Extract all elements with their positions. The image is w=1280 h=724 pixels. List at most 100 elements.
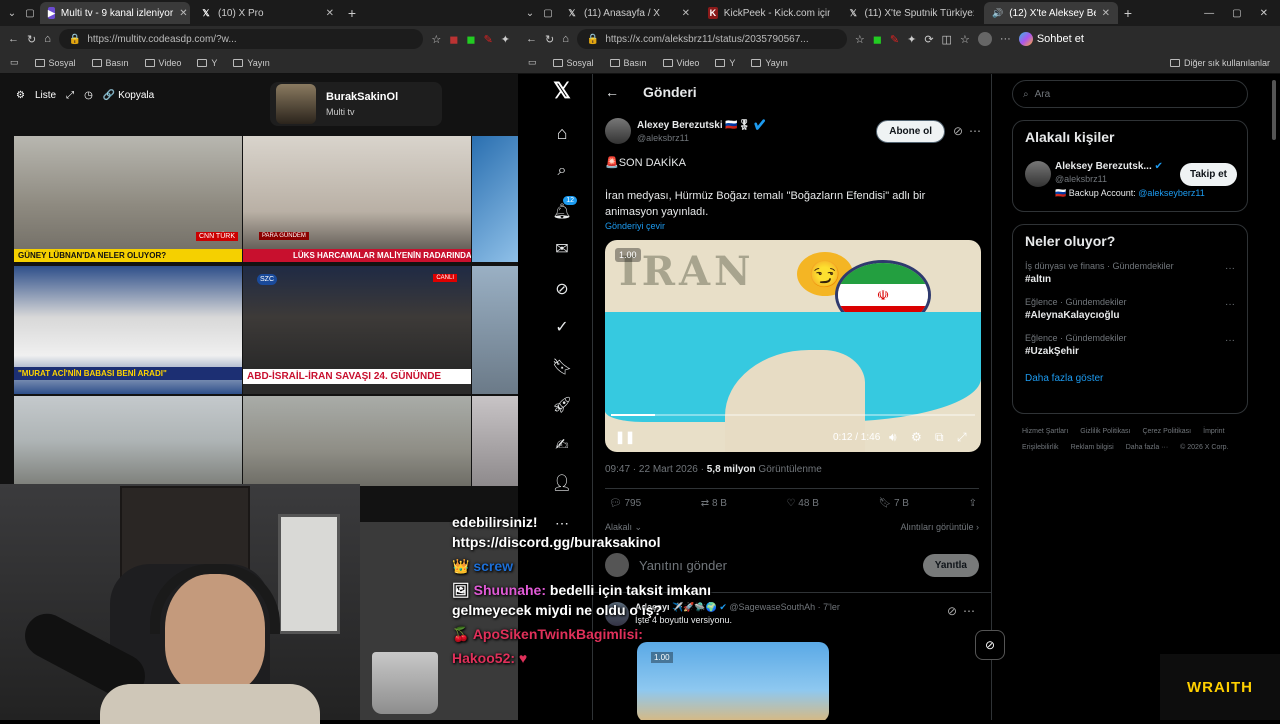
author-name[interactable]: Alexey Berezutski 🇷🇺🎖 bbox=[637, 120, 751, 131]
reload-icon[interactable]: ↻ bbox=[27, 33, 36, 46]
settings-icon[interactable]: ⚙ bbox=[911, 430, 922, 444]
profile-icon[interactable]: 👤︎ bbox=[552, 474, 572, 492]
reply-button[interactable]: Yanıtla bbox=[922, 553, 979, 577]
home-icon[interactable]: ⌂ bbox=[553, 123, 571, 143]
grok-icon[interactable]: ⊘ bbox=[953, 124, 963, 138]
extension-icon[interactable]: ◼ bbox=[466, 33, 475, 46]
back-icon[interactable]: ← bbox=[8, 33, 19, 45]
view-quotes-link[interactable]: Alıntıları görüntüle › bbox=[900, 522, 979, 532]
share-icon[interactable]: ⇪ bbox=[969, 498, 977, 509]
repost-button[interactable]: ⇄ 8 B bbox=[701, 498, 727, 509]
footer-link[interactable]: Reklam bilgisi bbox=[1071, 440, 1114, 456]
footer-link[interactable]: İmprint bbox=[1203, 424, 1224, 440]
more-icon[interactable]: ··· bbox=[1225, 299, 1235, 310]
post-time[interactable]: 09:47 · 22 Mart 2026 · bbox=[605, 464, 707, 475]
scrollbar[interactable] bbox=[1272, 80, 1276, 140]
follow-button[interactable]: Takip et bbox=[1179, 163, 1237, 186]
tab-menu-icon[interactable]: ⌄ bbox=[4, 8, 20, 19]
tab-menu-icon[interactable]: ⌄ bbox=[522, 8, 538, 19]
bookmarks-icon[interactable]: 🔖︎ bbox=[552, 358, 572, 376]
bookmark-folder[interactable]: Yayın bbox=[233, 58, 270, 68]
reply-button[interactable]: 💬︎ 795 bbox=[609, 498, 641, 509]
rocket-icon[interactable]: 🚀︎ bbox=[552, 396, 572, 414]
close-icon[interactable]: ✕ bbox=[326, 8, 334, 19]
settings-icon[interactable]: ⚙ bbox=[16, 90, 25, 101]
pip-icon[interactable]: ⧉ bbox=[935, 430, 944, 445]
other-bookmarks[interactable]: Diğer sık kullanılanlar bbox=[1169, 58, 1270, 68]
favorites-icon[interactable]: ☆ bbox=[960, 33, 970, 46]
bookmark-folder[interactable]: Basın bbox=[609, 58, 647, 68]
trend-item[interactable]: Eğlence · Gündemdekiler #UzakŞehir ··· bbox=[1025, 333, 1235, 357]
video-tile[interactable] bbox=[472, 396, 518, 486]
grok-icon[interactable]: ⊘ bbox=[553, 280, 571, 298]
person-name[interactable]: Aleksey Berezutsk... bbox=[1055, 161, 1152, 172]
grok-icon[interactable]: ⊘ bbox=[947, 604, 957, 618]
url-input[interactable]: 🔒 https://x.com/aleksbrz11/status/2035790… bbox=[576, 29, 847, 49]
reply-handle[interactable]: @SagewaseSouthAh · 7'ler bbox=[729, 602, 839, 612]
new-tab-icon[interactable]: + bbox=[344, 5, 360, 21]
copilot-button[interactable]: Sohbet et bbox=[1018, 32, 1084, 46]
trend-item[interactable]: İş dünyası ve finans · Gündemdekiler #alt… bbox=[1025, 261, 1235, 285]
favorite-icon[interactable]: ☆ bbox=[431, 33, 441, 46]
url-input[interactable]: 🔒 https://multitv.codeasdp.com/?w... bbox=[58, 29, 424, 49]
video-tile[interactable]: PARA GÜNDEM LÜKS HARCAMALAR MALİYENİN RA… bbox=[243, 136, 471, 262]
video-tile[interactable] bbox=[243, 396, 471, 486]
extension-icon[interactable]: ✦ bbox=[501, 33, 510, 46]
compose-icon[interactable]: ✍︎ bbox=[553, 436, 571, 454]
timer-icon[interactable]: ◷ bbox=[84, 90, 93, 101]
footer-link[interactable]: Hizmet Şartları bbox=[1022, 424, 1068, 440]
close-window-icon[interactable]: ✕ bbox=[1260, 8, 1268, 19]
tab-kickpeek[interactable]: K KickPeek - Kick.com için Geç bbox=[700, 2, 838, 24]
more-icon[interactable]: ··· bbox=[1225, 335, 1235, 346]
reload-icon[interactable]: ↻ bbox=[545, 33, 554, 46]
footer-link[interactable]: Gizlilik Politikası bbox=[1080, 424, 1130, 440]
minimize-icon[interactable]: — bbox=[1204, 8, 1214, 19]
avatar[interactable] bbox=[605, 118, 631, 144]
bookmarks-menu-icon[interactable]: ▭ bbox=[528, 57, 537, 68]
trend-item[interactable]: Eğlence · Gündemdekiler #AleynaKalaycıoğl… bbox=[1025, 297, 1235, 321]
favorite-icon[interactable]: ☆ bbox=[855, 33, 865, 46]
notifications-icon[interactable]: 🔔︎ 12 bbox=[552, 196, 577, 220]
bookmark-folder[interactable]: Video bbox=[144, 58, 181, 68]
close-icon[interactable]: ✕ bbox=[179, 8, 187, 19]
video-tile[interactable]: SZC CANLI ABD-İSRAİL-İRAN SAVAŞI 24. GÜN… bbox=[243, 266, 471, 394]
bookmark-button[interactable]: 🔖︎ 7 B bbox=[878, 498, 909, 509]
volume-icon[interactable]: 🔊︎ bbox=[889, 430, 897, 445]
video-tile[interactable] bbox=[14, 396, 242, 486]
video-tile[interactable]: CNN TÜRK GÜNEY LÜBNAN'DA NELER OLUYOR? bbox=[14, 136, 242, 262]
fullscreen-icon[interactable]: ⤢ bbox=[957, 430, 967, 445]
home-icon[interactable]: ⌂ bbox=[562, 33, 569, 45]
avatar[interactable] bbox=[1025, 161, 1051, 187]
profile-avatar-icon[interactable] bbox=[977, 32, 992, 46]
back-arrow-icon[interactable]: ← bbox=[605, 84, 619, 100]
bookmarks-menu-icon[interactable]: ▭ bbox=[10, 57, 19, 68]
progress-track[interactable] bbox=[611, 414, 975, 416]
bookmark-folder[interactable]: Y bbox=[197, 58, 217, 68]
tab-multitv[interactable]: ▶ Multi tv - 9 kanal izleniyor ✕ bbox=[40, 2, 190, 24]
subscribe-button[interactable]: Abone ol bbox=[876, 120, 945, 143]
show-more-link[interactable]: Daha fazla göster bbox=[1025, 373, 1235, 384]
maximize-icon[interactable]: ▢ bbox=[1232, 8, 1241, 19]
messages-icon[interactable]: ✉ bbox=[553, 240, 571, 258]
tab-sputnik[interactable]: 𝕏 (11) X'te Sputnik Türkiye: "D bbox=[840, 2, 982, 24]
bookmark-folder[interactable]: Basın bbox=[91, 58, 129, 68]
footer-link[interactable]: Erişilebilirlik bbox=[1022, 440, 1059, 456]
split-screen-icon[interactable]: ◫ bbox=[942, 33, 952, 46]
fullscreen-icon[interactable]: ⤢ bbox=[66, 90, 74, 101]
search-icon[interactable]: ⌕ bbox=[553, 162, 571, 180]
extension-icon[interactable]: ✎ bbox=[890, 33, 899, 46]
workspaces-icon[interactable]: ▢ bbox=[540, 8, 556, 19]
search-input[interactable]: ⌕ Ara bbox=[1012, 80, 1248, 108]
video-tile[interactable] bbox=[472, 136, 518, 262]
verified-icon[interactable]: ✓ bbox=[553, 318, 571, 336]
pause-icon[interactable]: ❚❚ bbox=[615, 430, 635, 444]
tab-xpro[interactable]: 𝕏 (10) X Pro ✕ bbox=[192, 2, 342, 24]
bookmark-folder[interactable]: Y bbox=[715, 58, 735, 68]
list-button[interactable]: Liste bbox=[35, 90, 56, 101]
footer-link[interactable]: Çerez Politikası bbox=[1142, 424, 1191, 440]
grok-floating-button[interactable]: ⊘ bbox=[975, 630, 1005, 660]
playback-rate[interactable]: 1.00 bbox=[615, 248, 641, 262]
video-tile[interactable]: "MURAT ACİ'NİN BABASI BENİ ARADI" bbox=[14, 266, 242, 394]
bookmark-folder[interactable]: Yayın bbox=[751, 58, 788, 68]
extension-icon[interactable]: ◼ bbox=[873, 33, 882, 46]
